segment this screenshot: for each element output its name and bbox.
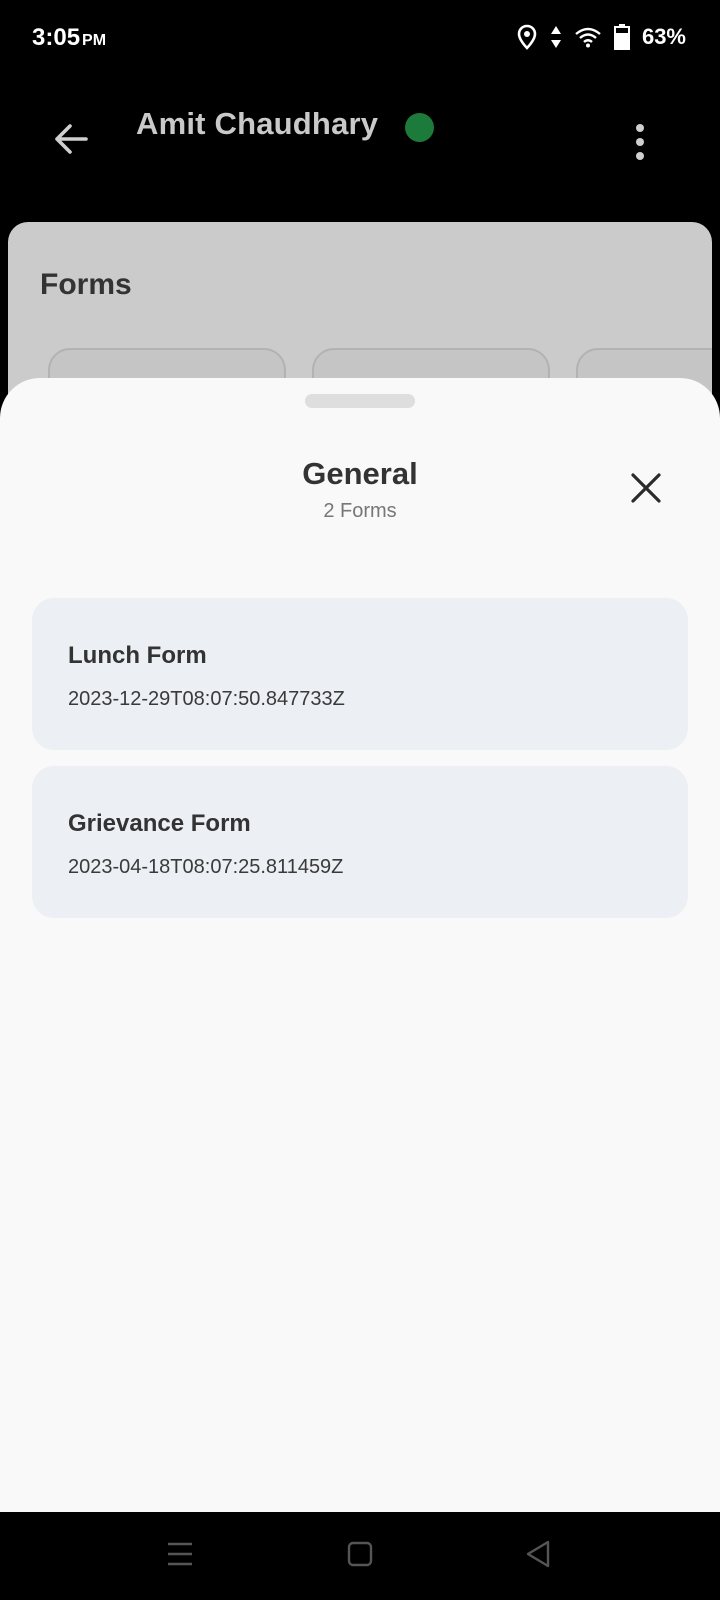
status-bar: 3:05 PM 63% (0, 0, 720, 80)
sheet-subtitle: 2 Forms (323, 500, 397, 522)
home-button[interactable] (334, 1530, 386, 1582)
battery-level: 63% (641, 24, 686, 49)
status-icons: 63% (516, 24, 686, 50)
sheet-title: General (302, 456, 418, 491)
more-vert-dot (636, 138, 644, 146)
close-button[interactable] (622, 466, 670, 514)
arrow-left-icon (52, 119, 92, 164)
back-icon (524, 1539, 552, 1574)
time-ampm: PM (82, 32, 107, 49)
time-text: 3:05 (32, 24, 81, 51)
battery-icon (613, 24, 630, 50)
online-status-indicator (405, 113, 434, 142)
system-nav-bar (0, 1512, 720, 1600)
menu-icon (166, 1541, 194, 1572)
form-date: 2023-12-29T08:07:50.847733Z (68, 688, 345, 710)
status-time: 3:05 PM (32, 24, 106, 52)
recents-button[interactable] (154, 1530, 206, 1582)
nav-back-button[interactable] (512, 1530, 564, 1582)
location-icon (516, 24, 538, 50)
form-list-item[interactable]: Lunch Form 2023-12-29T08:07:50.847733Z (32, 598, 688, 750)
more-vert-icon (636, 124, 644, 132)
wifi-icon (574, 26, 602, 48)
home-icon (346, 1540, 374, 1573)
bottom-sheet: General 2 Forms Lunch Form 2023-12-29T08… (0, 378, 720, 1512)
form-list-item[interactable]: Grievance Form 2023-04-18T08:07:25.81145… (32, 766, 688, 918)
back-button[interactable] (46, 115, 98, 167)
forms-section-title: Forms (40, 268, 132, 301)
form-name: Grievance Form (68, 810, 251, 837)
close-icon (629, 471, 663, 510)
form-name: Lunch Form (68, 642, 207, 669)
form-date: 2023-04-18T08:07:25.811459Z (68, 856, 344, 878)
more-options-button[interactable] (620, 118, 660, 166)
drag-handle[interactable] (305, 394, 415, 408)
app-header (0, 80, 720, 220)
contact-name: Amit Chaudhary (136, 106, 379, 141)
data-arrows-icon (550, 25, 562, 49)
more-vert-dot (636, 152, 644, 160)
